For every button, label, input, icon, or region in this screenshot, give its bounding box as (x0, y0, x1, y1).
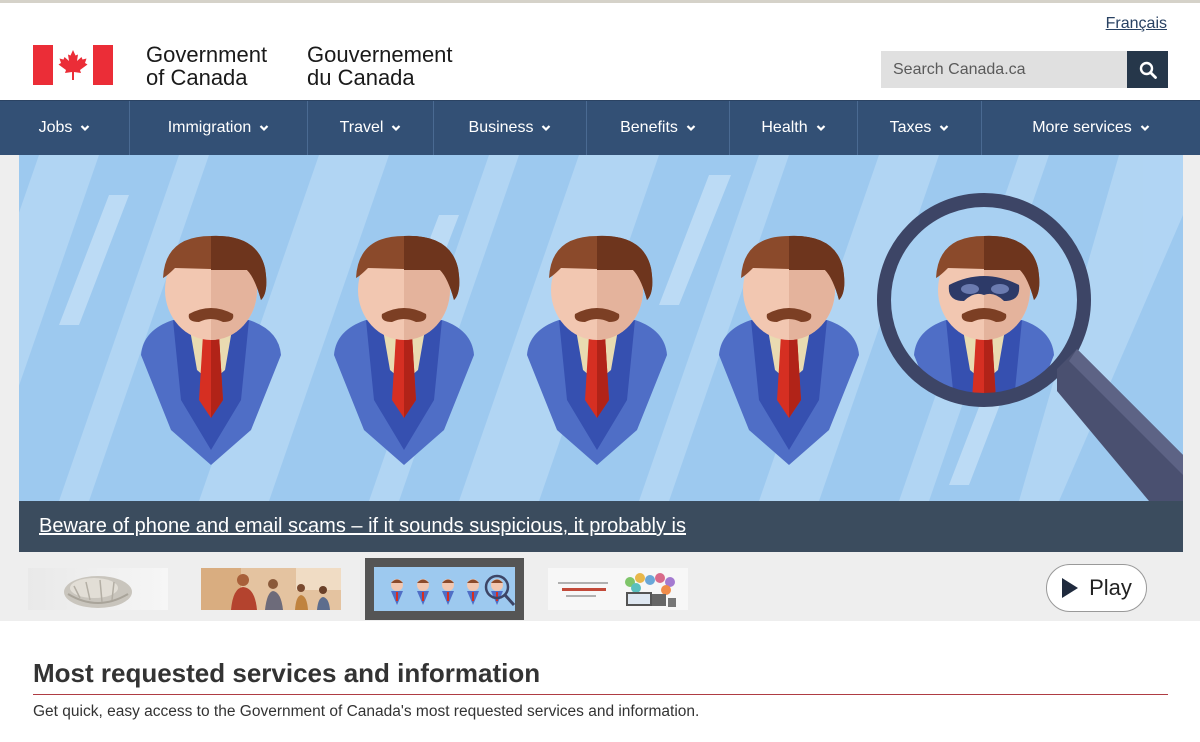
chevron-down-icon (1140, 125, 1150, 132)
wordmark-fr-line1: Gouvernement (307, 42, 453, 67)
scam-illustration (19, 155, 1183, 501)
wordmark-french[interactable]: Gouvernement du Canada (307, 43, 453, 89)
chevron-down-icon (686, 125, 696, 132)
menu-item-business[interactable]: Business (434, 101, 587, 155)
search-icon (1139, 61, 1157, 79)
search-input[interactable] (881, 51, 1127, 88)
thumbnail-slide-4[interactable] (548, 568, 688, 610)
menu-item-taxes[interactable]: Taxes (858, 101, 982, 155)
menu-item-label: Taxes (889, 119, 932, 136)
menu-item-more-services[interactable]: More services (982, 101, 1200, 155)
slide-caption-link[interactable]: Beware of phone and email scams – if it … (39, 515, 686, 538)
search-button[interactable] (1127, 51, 1168, 88)
menu-item-benefits[interactable]: Benefits (587, 101, 730, 155)
wordmark-fr-line2: du Canada (307, 65, 415, 90)
thumbnail-slide-1[interactable] (28, 568, 168, 610)
search-form (881, 51, 1168, 88)
section-description: Get quick, easy access to the Government… (33, 703, 700, 720)
carousel-thumbnails: Play (0, 552, 1200, 622)
menu-item-label: More services (1032, 119, 1132, 136)
menu-item-label: Immigration (167, 119, 252, 136)
menu-item-immigration[interactable]: Immigration (130, 101, 308, 155)
menu-item-label: Jobs (38, 119, 73, 136)
chevron-down-icon (940, 125, 949, 132)
wordmark-en-line1: Government (146, 42, 268, 67)
menu-item-label: Health (761, 119, 808, 136)
main-menu: Jobs Immigration Travel Business Benefit… (0, 100, 1200, 155)
menu-item-jobs[interactable]: Jobs (0, 101, 130, 155)
play-label: Play (1089, 575, 1132, 600)
section-title: Most requested services and information (33, 658, 541, 688)
chevron-down-icon (816, 125, 825, 132)
chevron-down-icon (81, 125, 90, 132)
wordmark-english[interactable]: Government of Canada (146, 43, 267, 89)
canada-flag-icon[interactable] (33, 45, 113, 85)
menu-item-label: Business (468, 119, 534, 136)
menu-item-travel[interactable]: Travel (308, 101, 434, 155)
menu-item-label: Benefits (620, 119, 678, 136)
chevron-down-icon (542, 125, 551, 132)
site-header: Français Government of Canada Gouverneme… (0, 3, 1200, 100)
language-toggle-link[interactable]: Français (1106, 15, 1167, 33)
thumbnail-slide-2[interactable] (201, 568, 341, 610)
carousel-slide: Beware of phone and email scams – if it … (19, 155, 1183, 552)
thumbnail-slide-3[interactable] (365, 558, 524, 620)
section-divider (33, 694, 1168, 695)
play-icon (1062, 578, 1079, 598)
menu-item-label: Travel (339, 119, 384, 136)
carousel-play-button[interactable]: Play (1046, 564, 1147, 612)
slide-caption: Beware of phone and email scams – if it … (19, 501, 1183, 552)
chevron-down-icon (260, 125, 269, 132)
chevron-down-icon (392, 125, 401, 132)
menu-item-health[interactable]: Health (730, 101, 858, 155)
wordmark-en-line2: of Canada (146, 65, 248, 90)
